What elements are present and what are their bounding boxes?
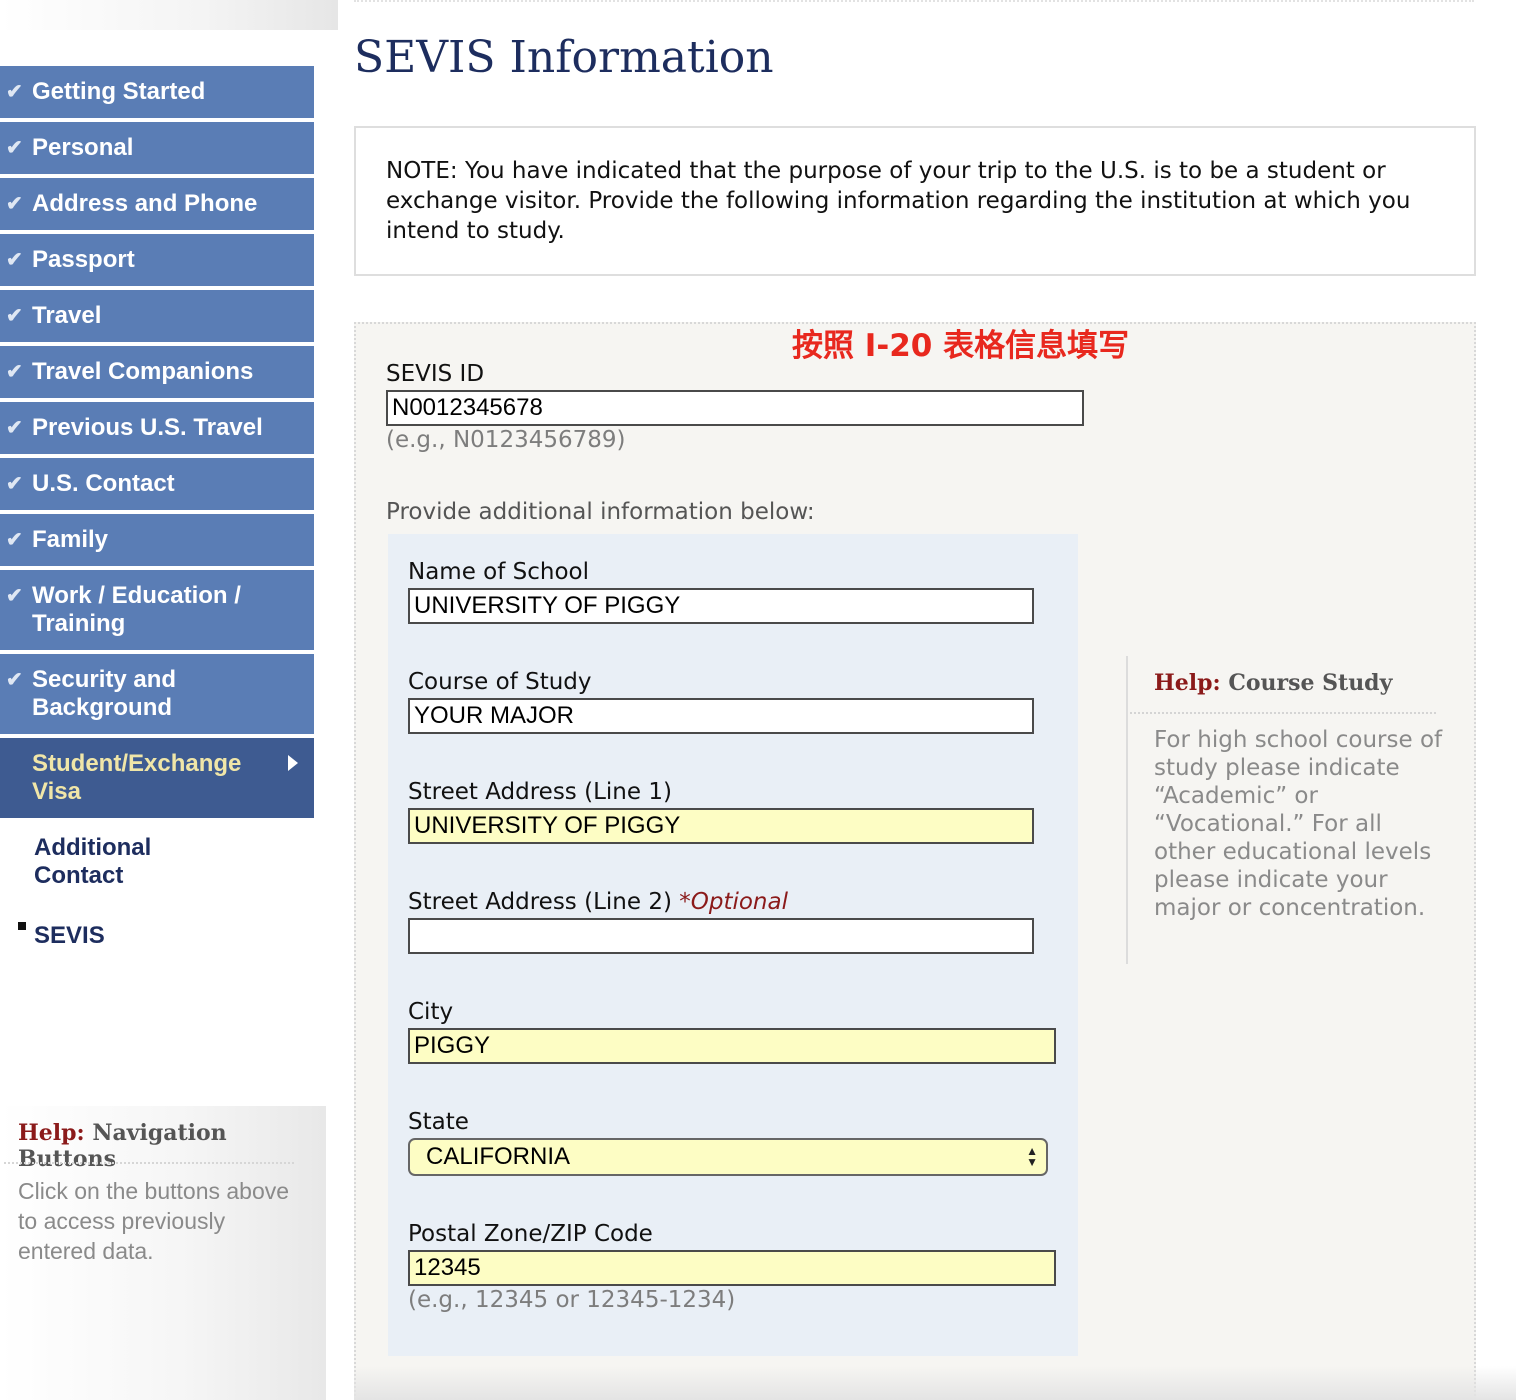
help-text: For high school course of study please i…	[1154, 727, 1443, 921]
sidebar-item-passport[interactable]: ✔ Passport	[0, 234, 314, 286]
zip-code-hint: (e.g., 12345 or 12345-1234)	[408, 1287, 736, 1313]
state-label: State	[408, 1109, 469, 1135]
zip-code-input[interactable]	[408, 1250, 1056, 1286]
school-name-input[interactable]	[408, 588, 1034, 624]
checkmark-icon: ✔	[6, 529, 23, 551]
sidebar-item-label: Passport	[32, 246, 135, 273]
checkmark-icon: ✔	[6, 473, 23, 495]
sidebar-top-fade	[0, 0, 338, 30]
sidebar-item-label: Travel Companions	[32, 358, 254, 385]
current-page-bullet-icon	[18, 922, 26, 930]
sidebar-item-student-exchange-visa[interactable]: Student/Exchange Visa	[0, 738, 314, 818]
help-text: Click on the buttons above to access pre…	[18, 1178, 290, 1264]
sidebar-item-travel[interactable]: ✔ Travel	[0, 290, 314, 342]
course-of-study-label: Course of Study	[408, 669, 592, 695]
note-box: NOTE: You have indicated that the purpos…	[354, 126, 1476, 276]
street-address-1-input[interactable]	[408, 808, 1034, 844]
page-title: SEVIS Information	[354, 32, 774, 83]
course-of-study-input[interactable]	[408, 698, 1034, 734]
checkmark-icon: ✔	[6, 137, 23, 159]
sidebar-item-address-and-phone[interactable]: ✔ Address and Phone	[0, 178, 314, 230]
annotation-text: 按照 I-20 表格信息填写	[792, 328, 1130, 364]
select-arrows-icon: ▲ ▼	[1026, 1144, 1038, 1169]
sidebar-item-label: Personal	[32, 134, 134, 161]
sevis-id-label: SEVIS ID	[386, 361, 485, 387]
sidebar-item-work-education-training[interactable]: ✔ Work / Education / Training	[0, 570, 314, 650]
state-select[interactable]: CALIFORNIA ▲ ▼	[408, 1138, 1048, 1176]
checkmark-icon: ✔	[6, 417, 23, 439]
help-title: Help: Navigation Buttons	[18, 1120, 227, 1172]
state-select-value: CALIFORNIA	[426, 1143, 571, 1170]
sidebar-item-label: Family	[32, 526, 109, 553]
help-divider	[1130, 712, 1436, 714]
sevis-id-input[interactable]	[386, 390, 1084, 426]
sidebar-subitem-additional-contact[interactable]: Additional Contact	[34, 834, 214, 890]
note-text: NOTE: You have indicated that the purpos…	[386, 158, 1411, 244]
sidebar-item-label: Travel	[32, 302, 102, 329]
sidebar-item-label: Previous U.S. Travel	[32, 414, 263, 441]
help-title: Help: Course Study	[1154, 670, 1393, 696]
sidebar-item-getting-started[interactable]: ✔ Getting Started	[0, 66, 314, 118]
additional-info-label: Provide additional information below:	[386, 499, 815, 525]
navigation-help-box: Help: Navigation Buttons Click on the bu…	[0, 1106, 326, 1400]
sidebar-subitem-sevis[interactable]: SEVIS	[34, 922, 105, 950]
chevron-right-icon	[288, 755, 298, 771]
sidebar-item-label: Security and Background	[32, 666, 177, 721]
sevis-id-hint: (e.g., N0123456789)	[386, 427, 626, 453]
checkmark-icon: ✔	[6, 361, 23, 383]
city-label: City	[408, 999, 454, 1025]
sidebar-item-label: Student/Exchange Visa	[32, 750, 242, 805]
bottom-fade	[354, 1366, 1516, 1400]
street-address-2-label: Street Address (Line 2) *Optional	[408, 889, 788, 915]
sidebar-item-travel-companions[interactable]: ✔ Travel Companions	[0, 346, 314, 398]
sidebar-item-label: Getting Started	[32, 78, 206, 105]
city-input[interactable]	[408, 1028, 1056, 1064]
course-study-help-box: Help: Course Study For high school cours…	[1126, 656, 1442, 964]
checkmark-icon: ✔	[6, 193, 23, 215]
sidebar-item-label: Address and Phone	[32, 190, 258, 217]
checkmark-icon: ✔	[6, 669, 23, 691]
street-address-1-label: Street Address (Line 1)	[408, 779, 672, 805]
sidebar-item-personal[interactable]: ✔ Personal	[0, 122, 314, 174]
sidebar-item-family[interactable]: ✔ Family	[0, 514, 314, 566]
checkmark-icon: ✔	[6, 249, 23, 271]
checkmark-icon: ✔	[6, 305, 23, 327]
sidebar-item-security-and-background[interactable]: ✔ Security and Background	[0, 654, 314, 734]
school-name-label: Name of School	[408, 559, 590, 585]
sidebar-item-label: Work / Education / Training	[32, 582, 241, 637]
sidebar-item-previous-us-travel[interactable]: ✔ Previous U.S. Travel	[0, 402, 314, 454]
top-divider	[354, 0, 1474, 10]
help-divider	[4, 1162, 294, 1164]
checkmark-icon: ✔	[6, 81, 23, 103]
zip-code-label: Postal Zone/ZIP Code	[408, 1221, 653, 1247]
street-address-2-input[interactable]	[408, 918, 1034, 954]
sidebar-item-us-contact[interactable]: ✔ U.S. Contact	[0, 458, 314, 510]
sidebar-item-label: U.S. Contact	[32, 470, 175, 497]
optional-tag: *Optional	[679, 889, 788, 915]
checkmark-icon: ✔	[6, 585, 23, 607]
